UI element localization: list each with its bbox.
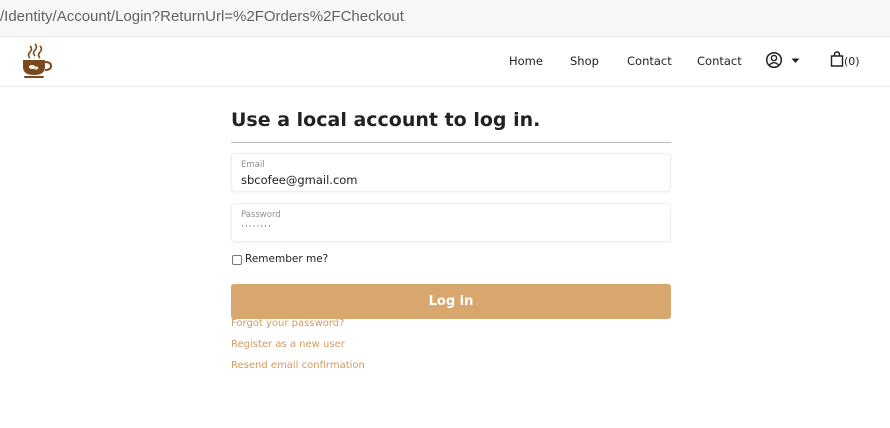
title-divider: [231, 142, 671, 143]
nav-link-home[interactable]: Home: [509, 54, 543, 68]
browser-address-bar[interactable]: /Identity/Account/Login?ReturnUrl=%2FOrd…: [0, 0, 890, 37]
remember-me-label[interactable]: Remember me?: [245, 253, 328, 265]
user-circle-icon: [765, 51, 783, 69]
password-input[interactable]: ········: [241, 222, 272, 232]
page-title: Use a local account to log in.: [231, 109, 541, 131]
register-link[interactable]: Register as a new user: [231, 339, 345, 350]
resend-confirmation-link[interactable]: Resend email confirmation: [231, 360, 365, 371]
remember-me-checkbox[interactable]: [232, 255, 242, 265]
shopping-bag-icon: [830, 51, 844, 67]
password-field[interactable]: Password ········: [231, 203, 671, 242]
coffee-cup-icon: [23, 43, 53, 78]
user-menu-dropdown[interactable]: [765, 51, 805, 73]
password-label: Password: [241, 210, 281, 220]
nav-link-contact[interactable]: Contact: [627, 54, 672, 68]
nav-link-shop[interactable]: Shop: [570, 54, 599, 68]
login-button[interactable]: Log in: [231, 284, 671, 319]
url-text[interactable]: /Identity/Account/Login?ReturnUrl=%2FOrd…: [0, 8, 404, 25]
email-label: Email: [241, 160, 265, 170]
email-input[interactable]: sbcofee@gmail.com: [241, 173, 358, 187]
email-field[interactable]: Email sbcofee@gmail.com: [231, 153, 671, 192]
brand-logo-link[interactable]: [20, 43, 53, 79]
nav-link-contact-2[interactable]: Contact: [697, 54, 742, 68]
cart-count: (0): [844, 55, 860, 68]
top-navbar: Home Shop Contact Contact (0): [0, 38, 890, 87]
caret-down-icon: [791, 58, 800, 63]
forgot-password-link[interactable]: Forgot your password?: [231, 318, 344, 329]
